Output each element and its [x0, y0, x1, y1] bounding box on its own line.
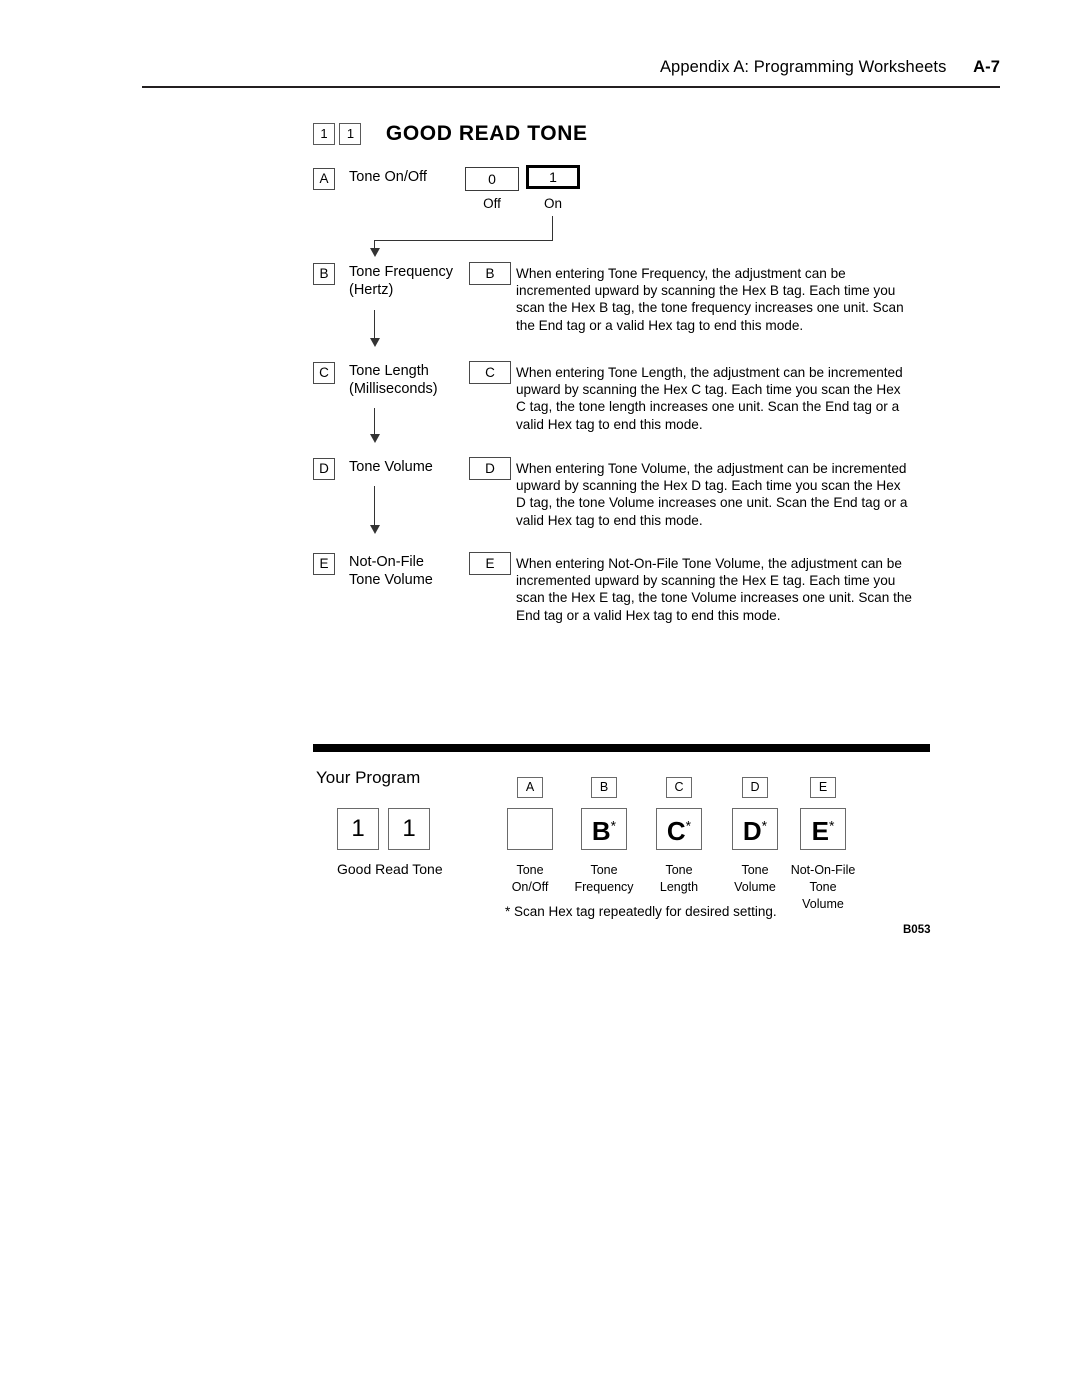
title-code-box-2: 1: [339, 123, 362, 145]
worksheet-title-row: 1 1 GOOD READ TONE: [313, 122, 588, 148]
param-label-a: Tone On/Off: [349, 168, 427, 186]
param-letter-d: D: [313, 458, 335, 480]
param-label-d-main: Tone Volume: [349, 459, 433, 475]
desc-letter-box-c: C: [469, 361, 511, 384]
program-value-box-c[interactable]: C*: [656, 808, 702, 850]
section-divider-bar: [313, 744, 930, 752]
param-label-d: Tone Volume: [349, 458, 433, 476]
param-label-c-main: Tone Length: [349, 363, 429, 379]
program-code-box-2[interactable]: 1: [388, 808, 430, 850]
param-label-b-sub: (Hertz): [349, 282, 394, 298]
connector-a-horizontal: [374, 240, 553, 241]
param-label-b-main: Tone Frequency: [349, 264, 453, 280]
connector-a-vertical-right: [552, 216, 553, 240]
program-star-c: *: [685, 817, 692, 834]
desc-text-d: When entering Tone Volume, the adjustmen…: [516, 461, 908, 528]
program-tag-e: E: [810, 777, 836, 798]
param-label-a-main: Tone On/Off: [349, 169, 427, 185]
header-text: Appendix A: Programming Worksheets A-7: [660, 58, 1000, 77]
program-value-d: D: [742, 816, 762, 846]
option-box-on[interactable]: 1: [526, 165, 580, 189]
connector-c-arrow: [370, 434, 380, 443]
program-value-c: C: [666, 816, 686, 846]
program-value-box-b[interactable]: B*: [581, 808, 627, 850]
param-label-c-sub: (Milliseconds): [349, 381, 438, 397]
connector-d-arrow: [370, 525, 380, 534]
desc-text-b: When entering Tone Frequency, the adjust…: [516, 266, 904, 333]
program-tag-c: C: [666, 777, 692, 798]
param-label-c: Tone Length (Milliseconds): [349, 362, 438, 398]
option-caption-on: On: [543, 196, 562, 211]
param-letter-a: A: [313, 168, 335, 190]
program-tag-d: D: [742, 777, 768, 798]
program-caption-c: Tone Length: [659, 863, 699, 894]
program-star-e: *: [828, 817, 835, 834]
param-label-e-main: Not-On-File: [349, 554, 424, 570]
desc-letter-box-d: D: [469, 457, 511, 480]
program-value-box-a[interactable]: [507, 808, 553, 850]
program-caption-b: Tone Frequency: [574, 863, 634, 894]
title-code-box-1: 1: [313, 123, 335, 145]
figure-id: B053: [903, 924, 931, 936]
option-caption-off: Off: [483, 196, 501, 211]
page-title: GOOD READ TONE: [385, 122, 588, 145]
header-rule: [142, 86, 1000, 88]
connector-b-arrow: [370, 338, 380, 347]
program-footnote: * Scan Hex tag repeatedly for desired se…: [505, 904, 777, 919]
desc-text-e: When entering Not-On-File Tone Volume, t…: [516, 556, 912, 623]
program-caption-e: Not-On-File Tone Volume: [790, 863, 856, 911]
desc-letter-box-e: E: [469, 552, 511, 575]
program-value-b: B: [591, 816, 611, 846]
header-title: Appendix A: Programming Worksheets: [659, 58, 947, 76]
program-star-b: *: [610, 817, 617, 834]
program-value-box-d[interactable]: D*: [732, 808, 778, 850]
program-tag-b: B: [591, 777, 617, 798]
your-program-title: Your Program: [316, 768, 421, 787]
desc-letter-box-b: B: [469, 262, 511, 285]
param-letter-c: C: [313, 362, 335, 384]
param-letter-e: E: [313, 553, 335, 575]
program-code-caption: Good Read Tone: [337, 861, 443, 877]
param-label-b: Tone Frequency (Hertz): [349, 263, 453, 299]
connector-d-vertical: [374, 486, 375, 528]
page-header: Appendix A: Programming Worksheets A-7: [142, 58, 1000, 92]
program-value-box-e[interactable]: E*: [800, 808, 846, 850]
desc-text-c: When entering Tone Length, the adjustmen…: [516, 365, 903, 432]
param-label-e: Not-On-File Tone Volume: [349, 553, 433, 589]
param-label-e-sub: Tone Volume: [349, 572, 433, 588]
header-page-number: A-7: [973, 58, 1000, 76]
connector-a-arrow: [370, 248, 380, 257]
program-code-box-1[interactable]: 1: [337, 808, 379, 850]
program-value-e: E: [811, 816, 829, 846]
program-tag-a: A: [517, 777, 543, 798]
param-letter-b: B: [313, 263, 335, 285]
program-star-d: *: [761, 817, 768, 834]
option-box-off[interactable]: 0: [465, 167, 519, 191]
